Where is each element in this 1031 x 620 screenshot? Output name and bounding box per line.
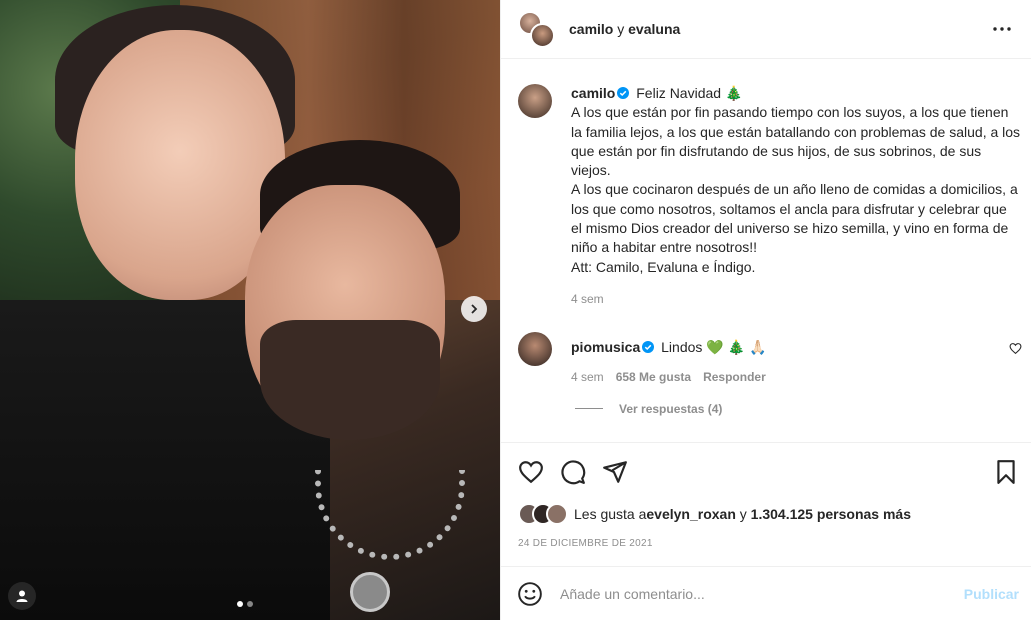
comment-timestamp[interactable]: 4 sem [571,370,604,384]
photo-chain [315,470,465,560]
share-icon[interactable] [602,459,628,485]
post-header: camilo y evaluna [501,0,1031,59]
comment-text: piomusica Lindos 💚 🎄 🙏🏻 [571,332,1031,356]
more-horizontal-icon [993,27,1011,31]
replies-divider [575,408,603,410]
post-authors: camilo y evaluna [569,21,680,37]
author-link[interactable]: evaluna [628,21,680,37]
user-icon [16,590,28,602]
carousel-indicator [237,601,253,607]
caption-first-line: Feliz Navidad [636,85,725,101]
tagged-users-button[interactable] [8,582,36,610]
authors-connector: y [613,21,629,37]
avatar[interactable] [518,84,552,118]
heart-icon[interactable] [518,459,544,485]
comment-likes[interactable]: 658 Me gusta [616,370,691,384]
chevron-right-icon [471,304,478,314]
comment-emojis: 💚 🎄 🙏🏻 [706,338,767,355]
comment-meta: 4 sem 658 Me gusta Responder [571,370,1031,384]
post-actions: Les gusta a evelyn_roxan y 1.304.125 per… [501,442,1031,566]
likes-connector: y [735,506,751,522]
view-replies-label: Ver respuestas (4) [619,401,723,416]
christmas-tree-emoji: 🎄 [724,85,743,101]
likes-summary: Les gusta a evelyn_roxan y 1.304.125 per… [518,503,911,525]
avatar [530,22,555,48]
carousel-dot [247,601,253,607]
comment-icon[interactable] [560,459,586,485]
caption-paragraph: A los que están por fin pasando tiempo c… [571,104,1021,179]
comment-input[interactable]: Añade un comentario... [560,586,964,602]
author-link[interactable]: camilo [569,21,613,37]
emoji-icon[interactable] [517,581,543,607]
instagram-post-modal: camilo y evaluna camilo Feliz Navidad 🎄 … [0,0,1031,620]
bookmark-icon[interactable] [993,459,1019,485]
post-sidebar: camilo y evaluna camilo Feliz Navidad 🎄 … [500,0,1031,620]
collab-avatars[interactable] [518,10,555,48]
likes-count[interactable]: 1.304.125 personas más [751,506,911,522]
post-date[interactable]: 24 DE DICIEMBRE DE 2021 [518,538,653,549]
caption-timestamp[interactable]: 4 sem [571,292,1031,306]
photo-pendant [350,572,390,612]
post-photo [0,0,500,620]
next-photo-button[interactable] [461,296,487,322]
avatar [546,503,568,525]
photo-man-beard [260,320,440,440]
liker-avatars [518,503,574,525]
caption-signature: Att: Camilo, Evaluna e Índigo. [571,258,756,275]
comment: piomusica Lindos 💚 🎄 🙏🏻 4 sem 658 Me gus… [501,331,1031,416]
caption-username[interactable]: camilo [571,85,615,101]
reply-button[interactable]: Responder [703,370,766,384]
add-comment-bar: Añade un comentario... Publicar [501,566,1031,620]
carousel-dot-active [237,601,243,607]
comments-section: camilo Feliz Navidad 🎄 A los que están p… [501,60,1031,442]
caption: camilo Feliz Navidad 🎄 A los que están p… [501,60,1031,306]
liker-username[interactable]: evelyn_roxan [646,506,736,522]
avatar[interactable] [518,331,552,366]
post-comment-button[interactable]: Publicar [964,586,1019,602]
likes-prefix: Les gusta a [574,506,647,522]
action-bar [501,443,1031,501]
caption-text: camilo Feliz Navidad 🎄 A los que están p… [571,84,1021,277]
like-comment-heart-icon[interactable] [1009,342,1022,355]
comment-body: Lindos [661,338,707,355]
verified-badge-icon [617,87,630,99]
comment-username[interactable]: piomusica [571,339,640,355]
caption-paragraph: A los que cocinaron después de un año ll… [571,181,1018,256]
view-replies-button[interactable]: Ver respuestas (4) [571,402,1031,416]
more-options-button[interactable] [991,18,1013,40]
verified-badge-icon [642,340,655,353]
